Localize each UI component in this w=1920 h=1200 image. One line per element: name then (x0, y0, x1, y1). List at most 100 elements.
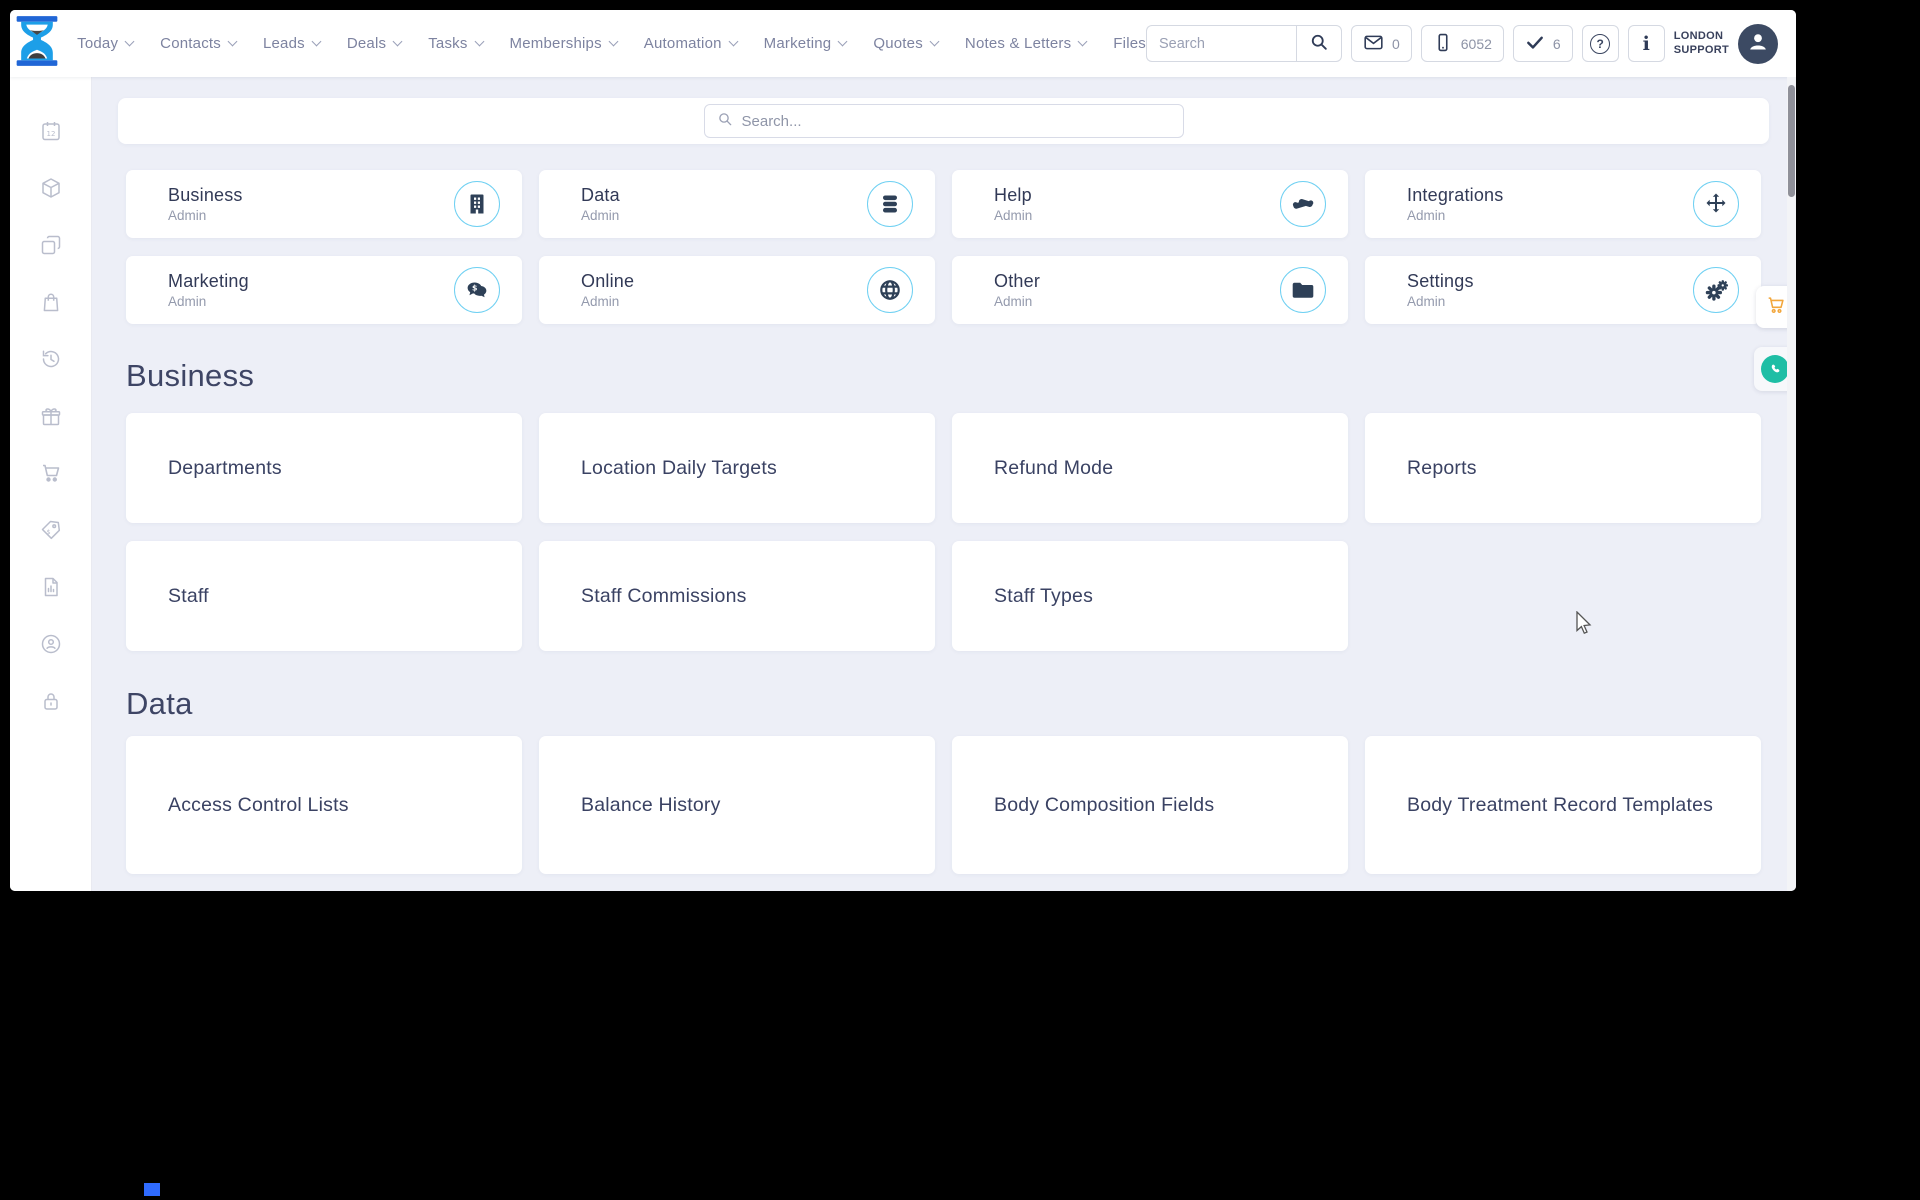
gift-icon (39, 404, 63, 433)
search-icon (1309, 32, 1329, 55)
chevron-down-icon (124, 36, 135, 47)
content-search-field (703, 104, 1184, 138)
tasks-badge-button[interactable]: 6 (1512, 25, 1573, 62)
chevron-down-icon (474, 36, 484, 47)
hourglass-logo-icon (12, 15, 62, 72)
building-icon (454, 181, 500, 227)
card-departments[interactable]: Departments (126, 413, 522, 523)
admin-card-marketing[interactable]: Marketing Admin $ (126, 256, 522, 324)
navbar-search-input[interactable] (1145, 25, 1296, 62)
card-location-daily-targets[interactable]: Location Daily Targets (539, 413, 935, 523)
card-staff-types[interactable]: Staff Types (952, 541, 1348, 651)
sidebar-item-account-sync[interactable] (38, 634, 64, 658)
content-search-input[interactable] (741, 112, 1171, 130)
app-logo[interactable] (10, 15, 63, 72)
data-card-grid: Access Control Lists Balance History Bod… (126, 736, 1761, 874)
card-access-control-lists[interactable]: Access Control Lists (126, 736, 522, 874)
admin-card-settings[interactable]: Settings Admin (1365, 256, 1761, 324)
comments-dollar-icon: $ (454, 267, 500, 313)
user-name: LONDON SUPPORT (1673, 29, 1729, 56)
sidebar-item-report[interactable] (38, 577, 64, 601)
sidebar-item-lock[interactable] (38, 691, 64, 715)
nav-item-deals[interactable]: Deals (347, 35, 403, 52)
sidebar-item-gift[interactable] (38, 406, 64, 430)
sidebar-item-price-tag[interactable]: $ (38, 520, 64, 544)
card-body-composition-fields[interactable]: Body Composition Fields (952, 736, 1348, 874)
navbar-search-button[interactable] (1295, 25, 1342, 62)
chevron-down-icon (392, 36, 403, 47)
admin-card-grid: Business Admin Data Admin Help Admin Integr… (126, 170, 1761, 324)
admin-card-online[interactable]: Online Admin (539, 256, 935, 324)
card-body-treatment-record-templates[interactable]: Body Treatment Record Templates (1365, 736, 1761, 874)
section-title-business: Business (126, 358, 255, 393)
main-content: BusinessAdmin DataAdmin HelpAdmin Integr… (92, 77, 1796, 891)
admin-card-help[interactable]: Help Admin (952, 170, 1348, 238)
admin-card-other[interactable]: Other Admin (952, 256, 1348, 324)
report-icon (39, 575, 63, 604)
search-icon (717, 111, 733, 132)
mobile-phone-icon (1433, 32, 1453, 56)
nav-item-automation[interactable]: Automation (644, 35, 739, 52)
avatar[interactable] (1738, 23, 1778, 64)
card-reports[interactable]: Reports (1365, 413, 1761, 523)
nav-item-files[interactable]: Files (1113, 35, 1146, 52)
section-title-data: Data (126, 686, 193, 721)
top-navbar: Today Contacts Leads Deals Tasks Members… (10, 10, 1796, 77)
shopping-bag-icon (39, 290, 63, 319)
nav-item-notes-letters[interactable]: Notes & Letters (965, 35, 1088, 52)
card-staff-commissions[interactable]: Staff Commissions (539, 541, 935, 651)
sidebar-item-history[interactable] (38, 349, 64, 373)
user-menu[interactable]: LONDON SUPPORT (1673, 23, 1778, 64)
check-icon (1525, 32, 1545, 55)
card-refund-mode[interactable]: Refund Mode (952, 413, 1348, 523)
admin-card-business[interactable]: Business Admin (126, 170, 522, 238)
mail-icon (1363, 32, 1384, 56)
calendar-icon: 12 (39, 119, 63, 148)
nav-item-marketing[interactable]: Marketing (764, 35, 848, 52)
mail-badge-button[interactable]: 0 (1350, 25, 1412, 62)
nav-item-quotes[interactable]: Quotes (873, 35, 940, 52)
svg-text:$: $ (46, 528, 50, 536)
whatsapp-icon (1761, 355, 1789, 383)
sidebar-item-shopping-bag[interactable] (38, 292, 64, 316)
svg-text:12: 12 (46, 130, 55, 138)
chevron-down-icon (227, 36, 238, 47)
phone-badge-button[interactable]: 6052 (1420, 25, 1504, 62)
copy-icon (39, 233, 63, 262)
package-icon (39, 176, 63, 205)
chevron-down-icon (837, 36, 848, 47)
sidebar-item-calendar[interactable]: 12 (38, 121, 64, 145)
mail-count: 0 (1391, 35, 1400, 52)
nav-item-tasks[interactable]: Tasks (428, 35, 484, 52)
desktop-background: Today Contacts Leads Deals Tasks Members… (0, 0, 1920, 1200)
nav-item-contacts[interactable]: Contacts (160, 35, 238, 52)
navbar-right-group: 0 6052 6 ? i LONDON (1145, 23, 1796, 64)
content-search-bar (118, 98, 1769, 144)
nav-item-today[interactable]: Today (77, 35, 135, 52)
admin-card-data[interactable]: Data Admin (539, 170, 935, 238)
person-icon (1745, 28, 1771, 59)
main-nav: Today Contacts Leads Deals Tasks Members… (77, 35, 1146, 52)
tasks-count: 6 (1552, 35, 1561, 52)
card-balance-history[interactable]: Balance History (539, 736, 935, 874)
card-staff[interactable]: Staff (126, 541, 522, 651)
scrollbar[interactable] (1787, 77, 1796, 891)
admin-card-integrations[interactable]: Integrations Admin (1365, 170, 1761, 238)
price-tag-icon: $ (39, 518, 63, 547)
nav-item-leads[interactable]: Leads (263, 35, 322, 52)
app-window: Today Contacts Leads Deals Tasks Members… (10, 10, 1796, 891)
chevron-down-icon (311, 36, 322, 47)
nav-item-memberships[interactable]: Memberships (510, 35, 619, 52)
screen-artifact (144, 1183, 160, 1196)
chevron-down-icon (1077, 36, 1088, 47)
sidebar-item-package[interactable] (38, 176, 64, 205)
info-button[interactable]: i (1627, 25, 1665, 62)
scrollbar-thumb[interactable] (1788, 85, 1795, 197)
account-sync-icon (39, 632, 63, 661)
sidebar-item-cart[interactable] (38, 463, 64, 487)
svg-text:$: $ (471, 283, 476, 292)
sidebar-item-copy[interactable] (38, 235, 64, 259)
database-icon (867, 181, 913, 227)
help-button[interactable]: ? (1581, 25, 1619, 62)
cart-icon (1765, 294, 1787, 321)
